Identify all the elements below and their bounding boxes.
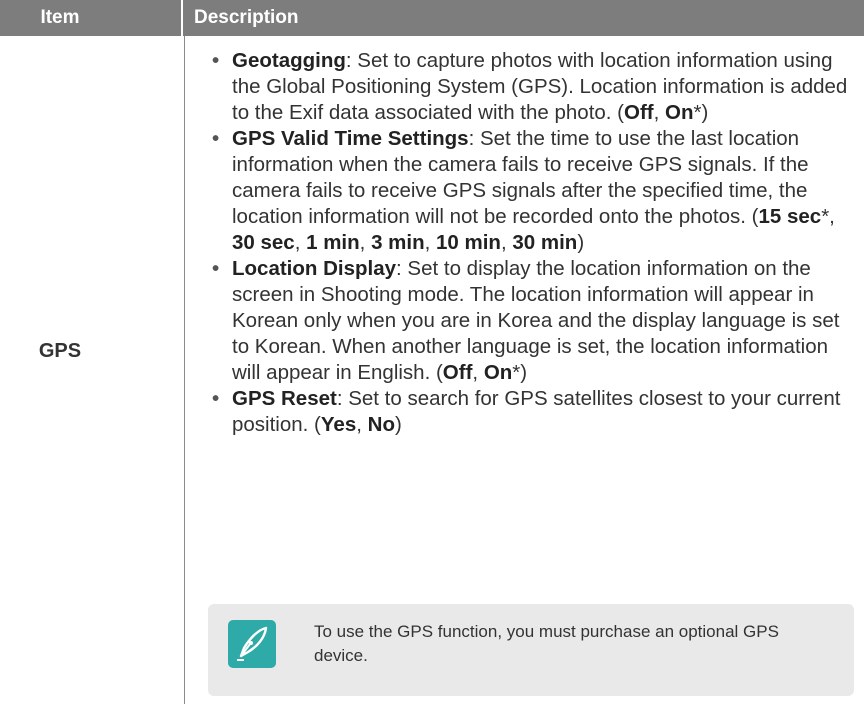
option: Off [624,101,654,124]
note-box: To use the GPS function, you must purcha… [208,604,854,696]
option: 10 min [436,231,501,254]
option: 30 min [512,231,578,254]
option: No [367,413,395,436]
bullet: • [212,49,220,72]
option: 1 min [306,231,360,254]
term: Location Display [232,257,397,280]
list-item-geotagging: • Geotagging: Set to capture photos with… [212,49,848,124]
option: 30 sec [232,231,295,254]
term: GPS Valid Time Settings [232,127,469,150]
option: 15 sec [758,205,822,228]
header-item: Item [40,7,80,28]
header-divider [181,0,183,36]
table-header: Item Description [0,0,864,36]
term: Geotagging [232,49,346,72]
option: Off [442,361,473,384]
option: On [665,101,694,124]
default-marker: * [821,205,830,228]
description-list: • Geotagging: Set to capture photos with… [210,48,850,438]
option: 3 min [371,231,425,254]
option: Yes [320,413,357,436]
desc-tail: ) [520,361,528,384]
bullet: • [212,127,220,150]
note-text: To use the GPS function, you must purcha… [314,622,779,665]
list-item-gps-valid-time: • GPS Valid Time Settings: Set the time … [212,127,835,254]
desc-tail: ) [577,231,585,254]
bullet: • [212,257,220,280]
header-description: Description [194,7,299,28]
pen-nib-icon [228,620,276,668]
option: On [483,361,513,384]
list-item-location-display: • Location Display: Set to display the l… [212,257,840,384]
desc-tail: ) [394,413,402,436]
item-cell-gps: GPS [38,340,82,362]
list-item-gps-reset: • GPS Reset: Set to search for GPS satel… [212,387,841,436]
term: GPS Reset [232,387,337,410]
desc-tail: ) [701,101,709,124]
column-divider [184,36,185,704]
bullet: • [212,387,220,410]
